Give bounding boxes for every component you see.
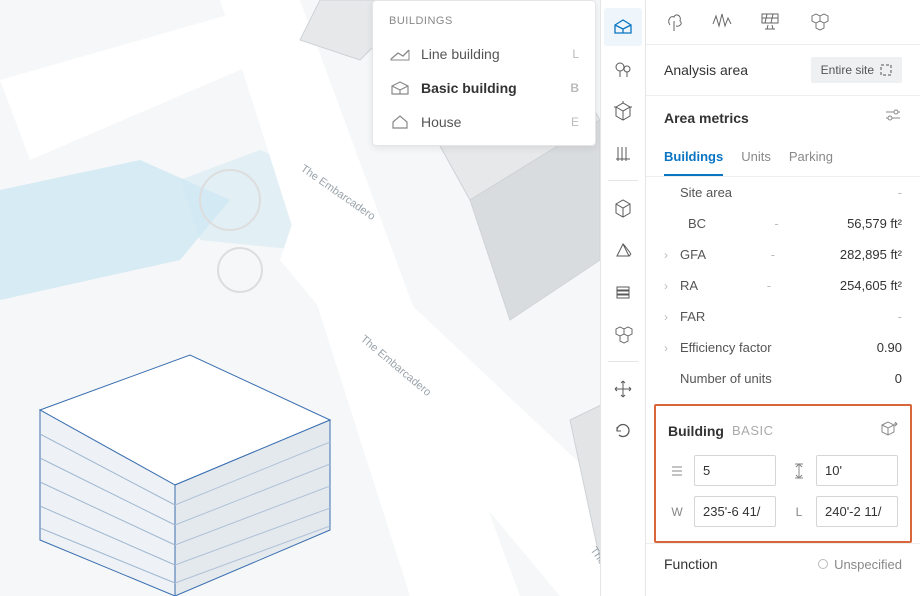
entire-site-label: Entire site xyxy=(821,63,874,77)
dropdown-item-label: Basic building xyxy=(421,80,517,96)
chevron-right-icon: › xyxy=(664,310,680,324)
height-input[interactable] xyxy=(816,455,898,486)
metric-ra[interactable]: › RA - 254,605 ft² xyxy=(646,270,920,301)
area-metrics-header: Area metrics xyxy=(646,96,920,139)
function-color-dot xyxy=(818,559,828,569)
field-height xyxy=(790,455,898,486)
height-icon xyxy=(790,462,808,480)
dropdown-item-key: B xyxy=(570,81,579,95)
function-value: Unspecified xyxy=(834,557,902,572)
function-row[interactable]: Function Unspecified xyxy=(646,543,920,584)
metric-bc: BC - 56,579 ft² xyxy=(646,208,920,239)
metric-gfa[interactable]: › GFA - 282,895 ft² xyxy=(646,239,920,270)
chevron-right-icon: › xyxy=(664,279,680,293)
building-goto-icon[interactable] xyxy=(880,420,898,441)
field-length: L xyxy=(790,496,898,527)
dropdown-item-label: Line building xyxy=(421,46,500,62)
house-icon xyxy=(389,113,411,131)
dropdown-item-basic-building[interactable]: Basic building B xyxy=(373,71,595,105)
floors-icon xyxy=(668,462,686,480)
tab-assembly-icon[interactable] xyxy=(806,10,832,32)
building-subtitle: BASIC xyxy=(732,423,774,438)
tool-prism[interactable] xyxy=(604,231,642,269)
field-floors xyxy=(668,455,776,486)
tab-wave-icon[interactable] xyxy=(710,10,736,32)
floors-input[interactable] xyxy=(694,455,776,486)
chevron-right-icon: › xyxy=(664,248,680,262)
metric-efficiency[interactable]: › Efficiency factor 0.90 xyxy=(646,332,920,363)
length-label: L xyxy=(790,503,808,521)
tool-box[interactable] xyxy=(604,92,642,130)
dropdown-item-line-building[interactable]: Line building L xyxy=(373,37,595,71)
analysis-area-label: Analysis area xyxy=(664,62,748,78)
dropdown-item-label: House xyxy=(421,114,461,130)
tab-solar-icon[interactable] xyxy=(758,10,784,32)
subtab-units[interactable]: Units xyxy=(741,139,771,176)
dropdown-item-key: L xyxy=(572,47,579,61)
buildings-dropdown: BUILDINGS Line building L Basic building… xyxy=(372,0,596,146)
basic-building-icon xyxy=(389,79,411,97)
building-title: Building xyxy=(668,423,724,439)
tool-levels[interactable] xyxy=(604,273,642,311)
width-input[interactable] xyxy=(694,496,776,527)
analysis-area-row: Analysis area Entire site xyxy=(646,44,920,96)
properties-panel: Analysis area Entire site Area metrics B… xyxy=(646,0,920,596)
function-label: Function xyxy=(664,556,718,572)
tool-cube[interactable] xyxy=(604,189,642,227)
toolbar-separator xyxy=(608,361,638,362)
area-metrics-label: Area metrics xyxy=(664,110,749,126)
metric-site-area: Site area - xyxy=(646,177,920,208)
sliders-icon[interactable] xyxy=(884,108,902,127)
tool-refresh[interactable] xyxy=(604,412,642,450)
tool-axes[interactable] xyxy=(604,134,642,172)
tool-move[interactable] xyxy=(604,370,642,408)
subtab-buildings[interactable]: Buildings xyxy=(664,139,723,176)
toolbar-separator xyxy=(608,180,638,181)
dropdown-header: BUILDINGS xyxy=(373,9,595,37)
metrics-subtabs: Buildings Units Parking xyxy=(646,139,920,177)
tab-nature-icon[interactable] xyxy=(662,10,688,32)
metric-units: Number of units 0 xyxy=(646,363,920,394)
width-label: W xyxy=(668,503,686,521)
tool-trees[interactable] xyxy=(604,50,642,88)
field-width: W xyxy=(668,496,776,527)
subtab-parking[interactable]: Parking xyxy=(789,139,833,176)
tool-assembly[interactable] xyxy=(604,315,642,353)
length-input[interactable] xyxy=(816,496,898,527)
vertical-toolbar xyxy=(600,0,646,596)
entire-site-button[interactable]: Entire site xyxy=(811,57,902,83)
dropdown-item-key: E xyxy=(571,115,579,129)
chevron-right-icon: › xyxy=(664,341,680,355)
dropdown-item-house[interactable]: House E xyxy=(373,105,595,139)
line-building-icon xyxy=(389,45,411,63)
building-section: Building BASIC W L xyxy=(654,404,912,543)
tool-buildings[interactable] xyxy=(604,8,642,46)
metric-far[interactable]: › FAR - xyxy=(646,301,920,332)
panel-top-tabs xyxy=(646,0,920,44)
